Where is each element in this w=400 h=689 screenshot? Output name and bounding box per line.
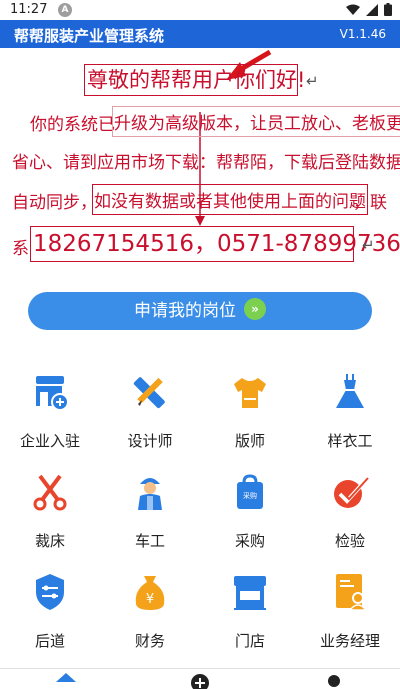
check-badge-icon	[334, 477, 369, 508]
grid-label: 车工	[134, 532, 165, 550]
return-mark-2: ↵	[362, 236, 375, 254]
grid-item-finishing[interactable]: 后道	[0, 572, 100, 672]
status-icons	[346, 3, 392, 16]
grid-label: 业务经理	[319, 632, 380, 650]
store-icon	[234, 576, 266, 610]
notification-a-icon: A	[58, 3, 72, 17]
shield-sliders-icon	[36, 574, 64, 610]
scissors-icon	[33, 474, 67, 511]
grid-item-finance[interactable]: ¥ 财务	[100, 572, 200, 672]
greeting-box: 尊敬的帮帮用户你们好!	[84, 64, 305, 96]
worker-icon	[138, 478, 162, 510]
shopping-bag-icon: 采购	[237, 474, 263, 509]
grid-label: 样衣工	[327, 432, 373, 450]
grid-label: 门店	[234, 632, 265, 650]
grid-item-enterprise[interactable]: 企业入驻	[0, 372, 100, 472]
grid-label: 企业入驻	[19, 432, 80, 450]
phone-numbers: 18267154516，0571-87899736	[30, 226, 400, 262]
grid-item-cutting[interactable]: 裁床	[0, 472, 100, 572]
home-icon[interactable]	[56, 673, 76, 689]
grid-item-pattern-maker[interactable]: 版师	[200, 372, 300, 472]
notice-banner: 尊敬的帮帮用户你们好! ↵ 你的系统已 升级为高级版本，让员工放心、老板更 省心…	[0, 48, 400, 273]
grid-item-sewing[interactable]: 车工	[100, 472, 200, 572]
status-time: 11:27	[10, 2, 48, 17]
svg-text:¥: ¥	[146, 592, 154, 607]
bottom-nav	[0, 668, 400, 689]
wifi-icon	[346, 4, 360, 15]
double-chevron-right-icon: »	[244, 298, 266, 320]
grid-label: 后道	[34, 632, 65, 650]
grid-label: 裁床	[34, 532, 65, 550]
notice-line3-c: ，联	[353, 193, 387, 213]
grid-label: 采购	[234, 532, 265, 550]
notice-line2: 省心、请到应用市场下载：帮帮陌，下载后登陆数据	[12, 153, 400, 173]
grid-item-designer[interactable]: 设计师	[100, 372, 200, 472]
notice-line4-a: 系	[12, 239, 29, 259]
shirt-icon	[234, 378, 266, 408]
svg-text:采购: 采购	[243, 491, 257, 500]
money-bag-icon: ¥	[135, 576, 165, 610]
notice-line3-a: 自动同步，	[12, 193, 97, 213]
grid-label: 检验	[334, 532, 365, 550]
profile-icon[interactable]	[324, 673, 344, 689]
app-version: V1.1.46	[339, 27, 386, 41]
grid-label: 财务	[134, 632, 165, 650]
add-circle-icon[interactable]	[190, 673, 210, 689]
grid-item-purchasing[interactable]: 采购 采购	[200, 472, 300, 572]
app-bar: 帮帮服装产业管理系统 V1.1.46	[0, 20, 400, 48]
grid-label: 设计师	[127, 432, 173, 450]
apply-position-button[interactable]: 申请我的岗位 »	[28, 292, 372, 330]
grid-label: 版师	[234, 432, 265, 450]
signal-icon	[366, 3, 378, 16]
grid-item-inspection[interactable]: 检验	[300, 472, 400, 572]
notice-line1-b: 升级为高级版本，让员工放心、老板更	[112, 106, 400, 137]
grid-item-sample-maker[interactable]: 样衣工	[300, 372, 400, 472]
id-card-icon	[336, 574, 368, 611]
grid-item-business-manager[interactable]: 业务经理	[300, 572, 400, 672]
notice-line3-b: 如没有数据或者其他使用上面的问题	[92, 184, 368, 215]
battery-icon	[384, 3, 392, 16]
grid-item-store[interactable]: 门店	[200, 572, 300, 672]
dress-icon	[336, 374, 364, 408]
ruler-pencil-icon	[133, 377, 165, 409]
app-title: 帮帮服装产业管理系统	[14, 27, 165, 45]
notice-line1-a: 你的系统已	[30, 115, 115, 135]
apply-position-label: 申请我的岗位	[134, 301, 236, 321]
shop-add-icon	[36, 376, 69, 411]
return-mark: ↵	[306, 72, 319, 90]
status-bar: 11:27 A	[0, 0, 400, 20]
